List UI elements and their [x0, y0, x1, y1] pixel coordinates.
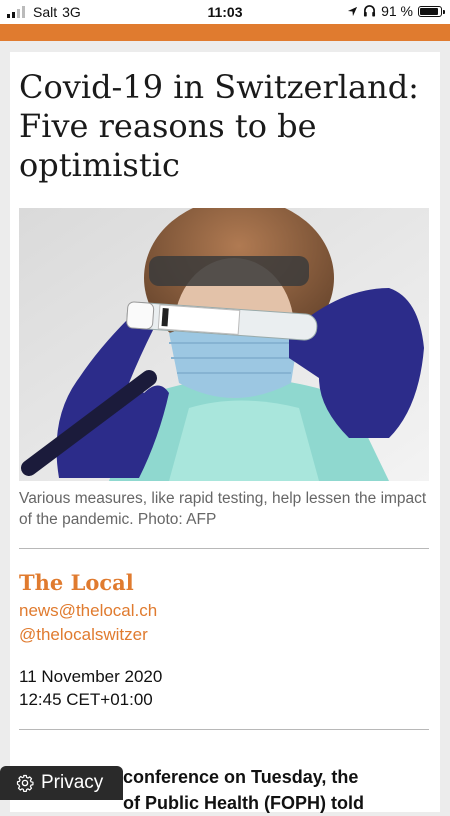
status-right: 91 %	[347, 3, 445, 19]
site-header-bar	[0, 24, 450, 41]
privacy-label: Privacy	[41, 772, 104, 793]
battery-percent: 91 %	[381, 3, 413, 19]
status-bar: Salt 3G 11:03 91 %	[0, 0, 450, 24]
photo-caption: Various measures, like rapid testing, he…	[19, 490, 427, 528]
article-card: Covid-19 in Switzerland: Five reasons to…	[10, 52, 440, 813]
publish-date: 11 November 2020	[19, 667, 163, 686]
headphones-icon	[364, 5, 376, 17]
publish-time: 12:45 CET+01:00	[19, 690, 153, 709]
article-headline: Covid-19 in Switzerland: Five reasons to…	[19, 68, 419, 184]
article-photo[interactable]	[19, 208, 429, 481]
battery-icon	[418, 5, 445, 17]
twitter-link[interactable]: @thelocalswitzer	[19, 625, 148, 645]
email-link[interactable]: news@thelocal.ch	[19, 601, 157, 621]
location-arrow-icon	[347, 6, 358, 16]
divider-bottom	[19, 729, 429, 730]
source-name[interactable]: The Local	[19, 570, 134, 595]
covid-test-photo-illustration	[19, 208, 429, 481]
gear-icon	[16, 774, 34, 792]
divider-top	[19, 548, 429, 549]
privacy-button[interactable]: Privacy	[0, 766, 123, 800]
